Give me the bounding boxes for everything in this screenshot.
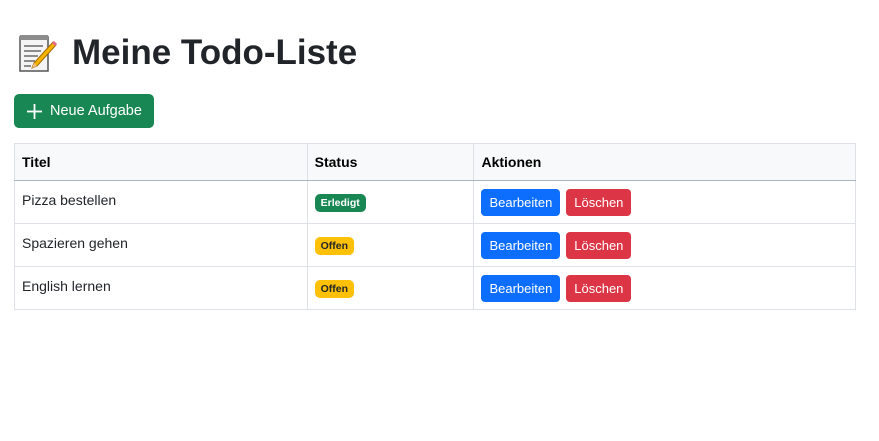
task-title: Pizza bestellen bbox=[22, 192, 117, 208]
page-title: Meine Todo-Liste bbox=[72, 33, 358, 72]
task-title-cell: Pizza bestellen bbox=[14, 180, 308, 224]
task-title-cell: Spazieren gehen bbox=[14, 223, 308, 267]
table-row: Pizza bestellen Erledigt Bearbeiten Lösc… bbox=[14, 180, 856, 224]
task-status-cell: Offen bbox=[306, 223, 475, 267]
todo-table: Titel Status Aktionen Pizza bestellen Er… bbox=[14, 143, 856, 310]
delete-button[interactable]: Löschen bbox=[566, 188, 632, 216]
memo-icon bbox=[19, 35, 57, 72]
edit-button[interactable]: Bearbeiten bbox=[481, 274, 561, 302]
task-actions-cell: Bearbeiten Löschen bbox=[473, 223, 856, 267]
task-status-cell: Offen bbox=[306, 266, 475, 310]
task-title-cell: English lernen bbox=[14, 266, 308, 310]
edit-button[interactable]: Bearbeiten bbox=[481, 188, 561, 216]
task-status-cell: Erledigt bbox=[306, 180, 475, 224]
page-container: Meine Todo-Liste Neue Aufgabe bbox=[0, 29, 879, 128]
plus-icon bbox=[27, 103, 42, 119]
status-badge: Offen bbox=[314, 236, 355, 255]
status-badge: Offen bbox=[314, 279, 355, 298]
table-row: Spazieren gehen Offen Bearbeiten Löschen bbox=[14, 223, 856, 267]
new-task-button[interactable]: Neue Aufgabe bbox=[14, 94, 154, 128]
column-header-actions: Aktionen bbox=[473, 143, 856, 181]
table-header-row: Titel Status Aktionen bbox=[14, 143, 856, 181]
task-actions-cell: Bearbeiten Löschen bbox=[473, 180, 856, 224]
task-actions-cell: Bearbeiten Löschen bbox=[473, 266, 856, 310]
title-row: Meine Todo-Liste bbox=[14, 29, 865, 77]
task-title: English lernen bbox=[22, 278, 111, 294]
task-title: Spazieren gehen bbox=[22, 235, 128, 251]
column-header-title: Titel bbox=[14, 143, 308, 181]
delete-button[interactable]: Löschen bbox=[566, 231, 632, 259]
status-badge: Erledigt bbox=[314, 193, 366, 212]
new-task-label: Neue Aufgabe bbox=[50, 103, 142, 119]
edit-button[interactable]: Bearbeiten bbox=[481, 231, 561, 259]
column-header-status: Status bbox=[306, 143, 475, 181]
delete-button[interactable]: Löschen bbox=[566, 274, 632, 302]
table-row: English lernen Offen Bearbeiten Löschen bbox=[14, 266, 856, 310]
